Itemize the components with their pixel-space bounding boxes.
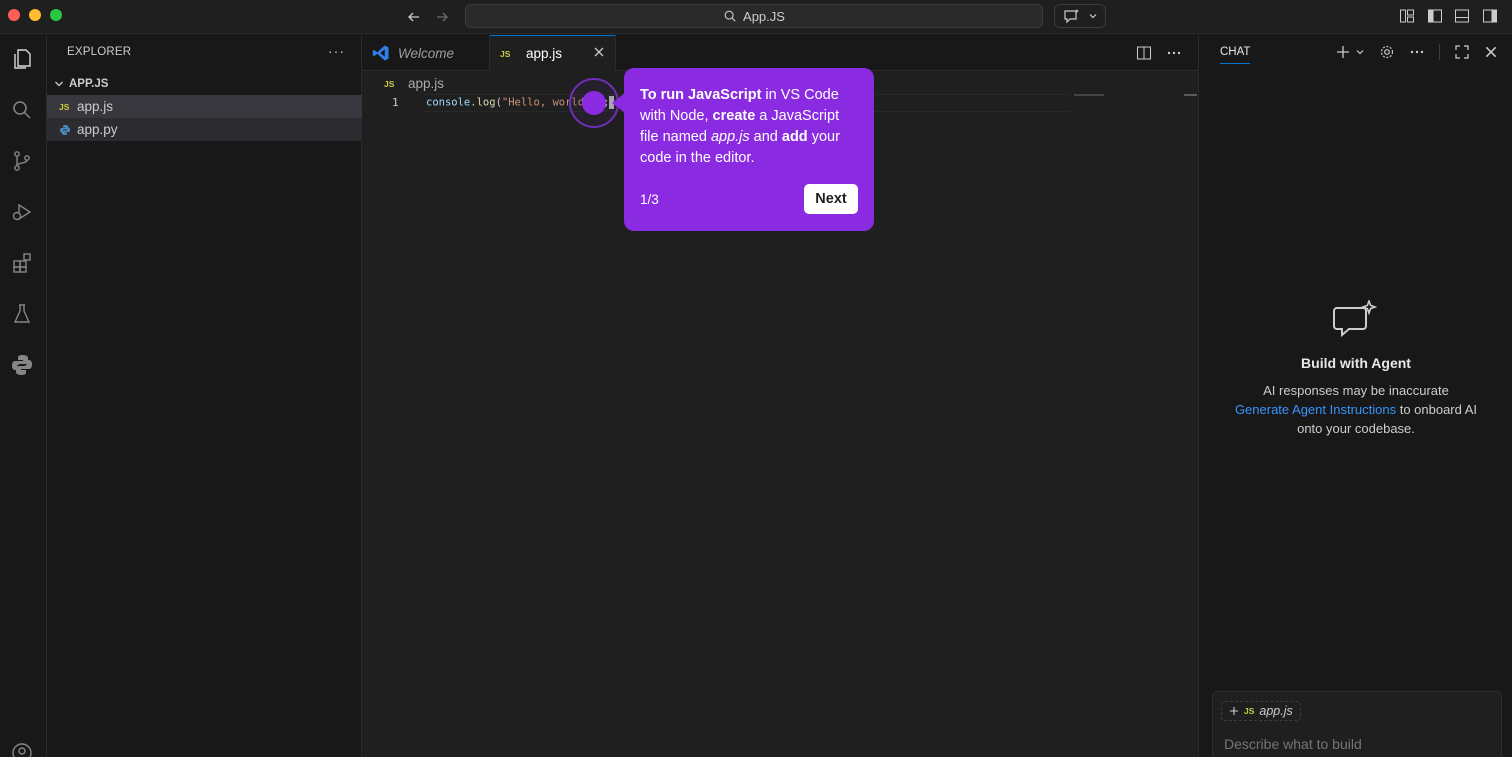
toggle-panel-icon[interactable] (1454, 8, 1470, 24)
back-arrow-icon[interactable] (403, 6, 425, 28)
account-icon[interactable] (8, 739, 36, 757)
file-item-label: app.js (77, 99, 114, 114)
toggle-secondary-sidebar-icon[interactable] (1482, 8, 1498, 24)
file-item-app-py[interactable]: app.py (47, 118, 362, 141)
tour-beacon[interactable] (582, 91, 606, 115)
plus-icon[interactable] (1229, 706, 1239, 716)
tab-app-js[interactable]: JS app.js (490, 35, 616, 71)
breadcrumb[interactable]: JS app.js (384, 76, 444, 91)
javascript-file-icon: JS (384, 78, 395, 89)
copilot-button[interactable] (1054, 4, 1106, 28)
chevron-down-icon (1089, 14, 1096, 19)
source-control-icon[interactable] (8, 147, 36, 175)
python-icon[interactable] (8, 351, 36, 379)
explorer-sidebar: EXPLORER ··· APP.JS JS app.js app.py (47, 35, 362, 757)
javascript-file-icon: JS (59, 101, 70, 112)
command-center-search[interactable]: App.JS (465, 4, 1043, 28)
window-title: App.JS (743, 8, 785, 24)
workspace-folder-label: APP.JS (69, 78, 109, 90)
explorer-files-icon[interactable] (8, 45, 36, 73)
tour-step-counter: 1/3 (640, 192, 659, 207)
sidebar-more-actions[interactable]: ··· (328, 43, 345, 59)
more-actions-icon[interactable] (1166, 45, 1182, 61)
minimize-window-button[interactable] (29, 9, 41, 21)
chat-instructions-text: to onboard AI (1396, 402, 1478, 417)
scrollbar-marker[interactable] (1184, 94, 1197, 96)
context-file-name: app.js (1259, 704, 1293, 718)
file-item-label: app.py (77, 122, 118, 137)
gear-icon[interactable] (1379, 44, 1395, 60)
close-icon[interactable] (593, 45, 605, 62)
tab-welcome[interactable]: Welcome (362, 35, 490, 71)
search-icon (724, 10, 736, 22)
chat-disclaimer: AI responses may be inaccurate (1263, 383, 1449, 398)
extensions-icon[interactable] (8, 249, 36, 277)
new-chat-plus-icon[interactable] (1335, 44, 1351, 60)
python-file-icon (59, 124, 77, 136)
maximize-window-button[interactable] (50, 9, 62, 21)
chat-empty-description: AI responses may be inaccurate Generate … (1199, 381, 1512, 438)
tour-tooltip: To run JavaScript in VS Code with Node, … (624, 68, 874, 231)
customize-layout-icon[interactable] (1399, 8, 1415, 24)
javascript-file-icon: JS (500, 48, 511, 59)
chat-panel-title[interactable]: CHAT (1220, 46, 1251, 64)
testing-flask-icon[interactable] (8, 300, 36, 328)
split-editor-icon[interactable] (1136, 45, 1152, 61)
minimap[interactable] (1074, 94, 1104, 96)
title-bar: App.JS (0, 0, 1512, 34)
editor-tab-bar: Welcome JS app.js (362, 35, 1198, 71)
tour-text-italic: app.js (710, 129, 750, 145)
search-icon[interactable] (8, 96, 36, 124)
code-token-function: log (476, 96, 496, 109)
chat-sparkle-icon (1063, 9, 1079, 24)
activity-bar (0, 35, 47, 757)
editor-actions (1136, 45, 1182, 61)
forward-arrow-icon[interactable] (431, 6, 453, 28)
context-file-chip[interactable]: JS app.js (1221, 701, 1301, 721)
tour-next-button[interactable]: Next (804, 184, 858, 214)
tour-text-bold: add (781, 129, 808, 145)
workspace-folder-header[interactable]: APP.JS (47, 73, 362, 95)
close-window-button[interactable] (8, 9, 20, 21)
generate-instructions-link[interactable]: Generate Agent Instructions (1235, 402, 1396, 417)
tour-text: and (749, 129, 782, 145)
chat-actions (1335, 44, 1498, 60)
toggle-primary-sidebar-icon[interactable] (1427, 8, 1443, 24)
chat-panel: CHAT Build with Agent AI responses may b… (1198, 35, 1512, 757)
code-token-object: console (426, 96, 471, 109)
file-item-app-js[interactable]: JS app.js (47, 95, 362, 118)
tour-text-bold: create (712, 108, 756, 124)
chat-input-box[interactable]: JS app.js (1212, 691, 1502, 757)
vscode-logo-icon (372, 45, 389, 61)
breadcrumb-file: app.js (408, 76, 445, 91)
javascript-file-icon: JS (1244, 706, 1255, 716)
close-icon[interactable] (1484, 45, 1498, 59)
line-number: 1 (392, 96, 399, 109)
chat-empty-heading: Build with Agent (1301, 355, 1411, 371)
chevron-down-icon[interactable] (1355, 47, 1365, 57)
chevron-down-icon (49, 79, 69, 89)
run-and-debug-icon[interactable] (8, 198, 36, 226)
tour-message: To run JavaScript in VS Code with Node, … (640, 85, 858, 169)
chat-instructions-text-2: onto your codebase. (1297, 421, 1415, 436)
chat-empty-state: Build with Agent AI responses may be ina… (1199, 298, 1512, 438)
tab-label: app.js (526, 46, 563, 61)
more-actions-icon[interactable] (1409, 44, 1425, 60)
chat-input-field[interactable] (1224, 736, 1484, 752)
divider (1439, 44, 1440, 60)
chat-sparkle-icon (1333, 298, 1378, 338)
tab-label: Welcome (398, 45, 455, 61)
sidebar-title: EXPLORER (67, 46, 132, 58)
tour-text-bold: To run JavaScript (640, 87, 762, 103)
maximize-icon[interactable] (1454, 44, 1470, 60)
chat-instructions-line: Generate Agent Instructions to onboard A… (1199, 400, 1512, 419)
